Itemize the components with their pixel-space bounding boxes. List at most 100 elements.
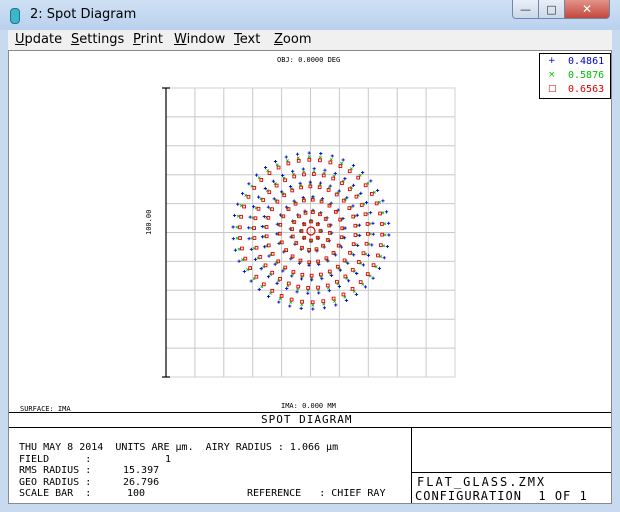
- spot-red: [258, 255, 263, 259]
- spot-green: [333, 299, 337, 303]
- spot-red: [347, 187, 352, 192]
- spot-red: [254, 274, 259, 279]
- spot-red: [327, 269, 332, 274]
- spot-blue: [301, 167, 305, 171]
- maximize-icon[interactable]: □: [538, 0, 565, 19]
- spot-red: [378, 211, 382, 216]
- spot-blue: [291, 169, 295, 173]
- spot-blue: [255, 173, 259, 177]
- spot-red: [270, 252, 275, 256]
- scale-bar-label: 100.00: [145, 209, 153, 235]
- menu-text[interactable]: Text: [234, 32, 260, 47]
- spot-red: [291, 270, 296, 274]
- spot-red: [331, 296, 336, 301]
- spot-red: [380, 232, 385, 237]
- spot-blue: [363, 285, 367, 289]
- spot-green: [300, 303, 304, 307]
- spot-red: [325, 283, 330, 288]
- spot-blue: [361, 170, 365, 175]
- spot-blue: [311, 307, 315, 311]
- spot-red: [263, 263, 268, 268]
- spot-blue: [323, 168, 327, 172]
- spot-green: [379, 255, 383, 258]
- spot-red: [300, 272, 305, 277]
- spot-red: [254, 245, 259, 250]
- spot-blue: [277, 300, 281, 304]
- spot-blue: [330, 154, 334, 158]
- spot-red: [276, 165, 281, 170]
- spot-red: [239, 214, 244, 219]
- spot-red: [364, 241, 369, 246]
- spot-red: [310, 197, 315, 202]
- menu-zoom[interactable]: Zoom: [274, 32, 311, 47]
- spot-red: [253, 216, 258, 221]
- spot-red: [261, 198, 266, 202]
- spot-blue: [273, 159, 278, 164]
- spot-red: [321, 173, 326, 178]
- spot-blue: [317, 291, 321, 295]
- spot-red: [307, 248, 311, 252]
- spot-blue: [259, 267, 263, 271]
- spot-red: [270, 288, 275, 293]
- spot-red: [307, 260, 312, 265]
- spot-blue: [382, 256, 386, 260]
- spot-red: [354, 194, 359, 199]
- spot-blue: [295, 152, 300, 156]
- spot-red: [306, 286, 310, 290]
- spot-red: [275, 199, 280, 204]
- spot-red: [286, 161, 291, 166]
- spot-blue: [359, 191, 363, 195]
- spot-red: [240, 246, 244, 251]
- spot-red: [282, 193, 287, 198]
- spot-red: [350, 287, 355, 291]
- spot-red: [338, 164, 343, 168]
- spot-green: [296, 156, 300, 160]
- spot-blue: [248, 215, 252, 219]
- spot-blue: [266, 294, 271, 299]
- spot-red: [365, 272, 370, 276]
- spot-red: [356, 260, 361, 264]
- spot-blue: [237, 259, 241, 263]
- spot-blue: [233, 248, 237, 252]
- spot-green: [235, 225, 239, 229]
- spot-red: [310, 300, 315, 305]
- legend-marker: ×: [548, 70, 556, 80]
- spot-red: [369, 192, 374, 196]
- spot-red: [311, 210, 315, 214]
- geo-value: 26.796: [123, 477, 160, 488]
- spot-red: [351, 214, 356, 219]
- spot-red: [302, 198, 306, 203]
- menu-settings[interactable]: Settings: [71, 32, 124, 47]
- minimize-icon[interactable]: —: [512, 0, 539, 19]
- close-icon[interactable]: ✕: [564, 0, 610, 19]
- spot-green: [322, 302, 326, 306]
- spot-blue: [377, 266, 382, 270]
- spot-red: [326, 188, 331, 192]
- spot-blue: [231, 237, 235, 241]
- spot-red: [363, 212, 368, 217]
- spot-blue: [344, 298, 349, 303]
- spot-red: [319, 272, 323, 277]
- spot-red: [243, 256, 248, 261]
- menu-window[interactable]: Window: [174, 32, 225, 47]
- spot-blue: [298, 181, 302, 185]
- spot-blue: [240, 192, 245, 196]
- spot-red: [378, 243, 383, 248]
- spot-red: [340, 181, 344, 186]
- spot-green: [289, 300, 293, 304]
- menu-update[interactable]: Update: [15, 32, 62, 47]
- spot-red: [296, 284, 301, 289]
- spot-blue: [263, 166, 268, 170]
- spot-green: [340, 161, 344, 165]
- window-title: 2: Spot Diagram: [30, 7, 137, 22]
- spot-red: [371, 263, 376, 268]
- spot-red: [256, 206, 261, 211]
- spot-blue: [381, 199, 385, 203]
- spot-blue: [369, 211, 373, 215]
- spot-blue: [366, 253, 371, 257]
- spot-blue: [271, 179, 275, 183]
- ima-label: IMA: 0.000 MM: [281, 402, 336, 410]
- spot-red: [359, 203, 364, 207]
- menu-print[interactable]: Print: [133, 32, 163, 47]
- spot-red: [267, 171, 272, 175]
